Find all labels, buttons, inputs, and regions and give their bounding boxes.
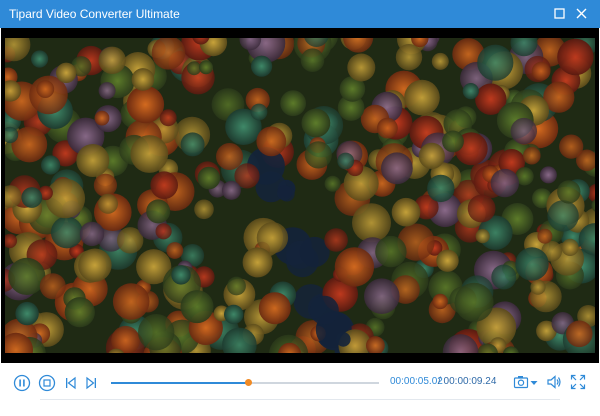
previous-button[interactable] [64,375,78,396]
progress-thumb[interactable] [244,379,252,386]
video-frame [5,38,595,353]
pause-icon [13,374,31,392]
player-window: Tipard Video Converter Ultimate 00:00:05… [0,0,600,416]
volume-icon [547,375,561,389]
title-bar[interactable]: Tipard Video Converter Ultimate [0,0,600,28]
stop-icon [38,374,56,392]
video-viewport[interactable] [1,28,599,363]
fullscreen-button[interactable] [570,374,586,395]
controls-divider [40,399,560,400]
close-icon [576,8,587,19]
progress-fill [111,382,248,384]
current-time: 00:00:05.02 [390,376,443,387]
volume-button[interactable] [546,374,562,395]
next-icon [86,376,96,390]
snapshot-icon [513,376,529,389]
maximize-button[interactable] [550,4,570,24]
close-button[interactable] [572,4,592,24]
video-image [5,38,595,353]
total-time: / 00:00:09.24 [438,376,497,387]
pause-button[interactable] [13,374,31,397]
maximize-icon [554,8,565,19]
stop-button[interactable] [38,374,56,397]
snapshot-options-button[interactable] [529,376,539,394]
player-controls: 00:00:05.02 / 00:00:09.24 [0,363,600,416]
progress-bar[interactable] [111,379,379,386]
previous-icon [66,376,76,390]
fullscreen-icon [570,374,586,390]
window-title: Tipard Video Converter Ultimate [9,7,180,21]
next-button[interactable] [84,375,98,396]
chevron-down-icon [530,381,538,385]
snapshot-button[interactable] [513,374,529,395]
